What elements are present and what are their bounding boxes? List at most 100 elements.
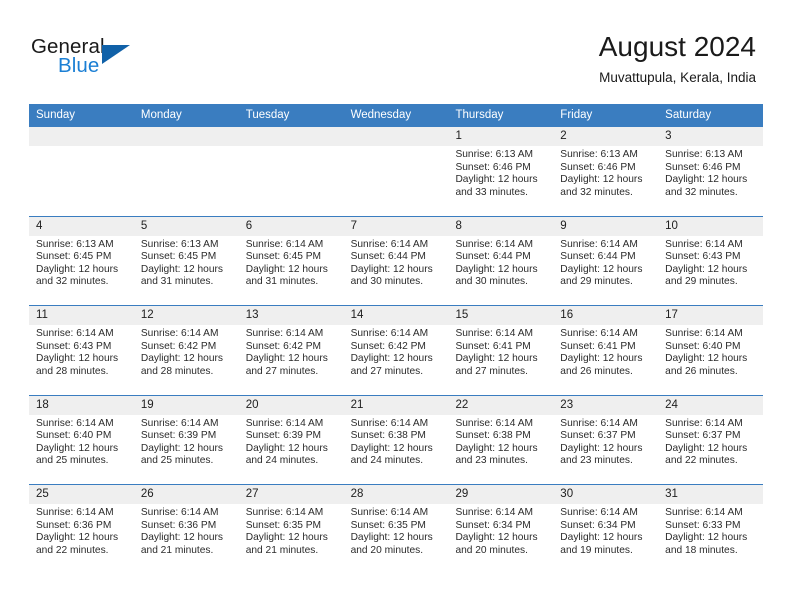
calendar-day-cell[interactable]: 12 Sunrise: 6:14 AM Sunset: 6:42 PM Dayl… (133, 306, 239, 395)
day-number: 6 (245, 219, 253, 232)
day-number-band: 2 (553, 127, 659, 146)
day-details: Sunrise: 6:14 AM Sunset: 6:41 PM Dayligh… (448, 325, 553, 378)
sunset-text: Sunset: 6:45 PM (245, 251, 322, 263)
calendar-day-cell[interactable]: 22 Sunrise: 6:14 AM Sunset: 6:38 PM Dayl… (448, 395, 554, 485)
calendar-day-cell[interactable]: 21 Sunrise: 6:14 AM Sunset: 6:38 PM Dayl… (343, 395, 449, 485)
calendar-day-cell[interactable] (343, 127, 449, 216)
calendar-day-cell[interactable]: 25 Sunrise: 6:14 AM Sunset: 6:36 PM Dayl… (29, 485, 134, 574)
daylight-text-line1: Daylight: 12 hours (560, 263, 643, 275)
calendar-day-cell[interactable]: 28 Sunrise: 6:14 AM Sunset: 6:35 PM Dayl… (343, 485, 449, 574)
daylight-text-line1: Daylight: 12 hours (455, 174, 538, 186)
daylight-text-line1: Daylight: 12 hours (36, 353, 119, 365)
page-title: August 2024 (598, 31, 756, 62)
day-number: 25 (36, 488, 49, 500)
day-details (239, 146, 344, 149)
sunrise-text: Sunrise: 6:13 AM (455, 149, 534, 160)
calendar-day-cell[interactable]: 19 Sunrise: 6:14 AM Sunset: 6:39 PM Dayl… (133, 395, 239, 485)
calendar-day-cell[interactable]: 8 Sunrise: 6:14 AM Sunset: 6:44 PM Dayli… (448, 216, 554, 306)
daylight-text-line2: and 19 minutes. (560, 544, 633, 556)
day-number-band: 13 (238, 306, 344, 325)
day-details: Sunrise: 6:14 AM Sunset: 6:44 PM Dayligh… (448, 236, 553, 289)
calendar-day-cell[interactable]: 5 Sunrise: 6:13 AM Sunset: 6:45 PM Dayli… (133, 216, 239, 306)
calendar-day-cell[interactable]: 1 Sunrise: 6:13 AM Sunset: 6:46 PM Dayli… (448, 127, 554, 216)
day-details: Sunrise: 6:14 AM Sunset: 6:43 PM Dayligh… (658, 236, 763, 289)
calendar-day-cell[interactable]: 27 Sunrise: 6:14 AM Sunset: 6:35 PM Dayl… (238, 485, 344, 574)
day-details: Sunrise: 6:14 AM Sunset: 6:33 PM Dayligh… (658, 504, 763, 557)
day-number: 9 (560, 219, 567, 232)
calendar-day-cell[interactable] (238, 127, 344, 216)
sunrise-text: Sunrise: 6:14 AM (560, 238, 638, 250)
daylight-text-line2: and 24 minutes. (350, 455, 424, 467)
daylight-text-line2: and 25 minutes. (140, 455, 214, 467)
calendar-day-cell[interactable]: 24 Sunrise: 6:14 AM Sunset: 6:37 PM Dayl… (658, 395, 764, 485)
calendar-day-cell[interactable]: 15 Sunrise: 6:14 AM Sunset: 6:41 PM Dayl… (448, 306, 554, 395)
day-number: 26 (140, 488, 154, 500)
calendar-day-cell[interactable]: 13 Sunrise: 6:14 AM Sunset: 6:42 PM Dayl… (238, 306, 344, 395)
daylight-text-line1: Daylight: 12 hours (455, 532, 538, 544)
day-number: 24 (665, 398, 678, 411)
sunset-text: Sunset: 6:35 PM (350, 519, 426, 531)
sunrise-text: Sunrise: 6:14 AM (455, 507, 534, 518)
sunset-text: Sunset: 6:43 PM (665, 251, 741, 263)
day-number: 18 (36, 398, 49, 411)
sunrise-text: Sunrise: 6:14 AM (665, 238, 743, 250)
calendar-day-cell[interactable]: 9 Sunrise: 6:14 AM Sunset: 6:44 PM Dayli… (553, 216, 659, 306)
calendar-day-cell[interactable]: 23 Sunrise: 6:14 AM Sunset: 6:37 PM Dayl… (553, 395, 659, 485)
daylight-text-line2: and 31 minutes. (245, 276, 319, 288)
sunset-text: Sunset: 6:40 PM (36, 430, 112, 442)
daylight-text-line1: Daylight: 12 hours (665, 174, 748, 186)
calendar-day-cell[interactable]: 14 Sunrise: 6:14 AM Sunset: 6:42 PM Dayl… (343, 306, 449, 395)
day-number-band: 26 (133, 485, 239, 504)
calendar-day-cell[interactable]: 17 Sunrise: 6:14 AM Sunset: 6:40 PM Dayl… (658, 306, 764, 395)
calendar-day-cell[interactable]: 3 Sunrise: 6:13 AM Sunset: 6:46 PM Dayli… (658, 127, 764, 216)
calendar-day-cell[interactable]: 2 Sunrise: 6:13 AM Sunset: 6:46 PM Dayli… (553, 127, 659, 216)
calendar-day-cell[interactable]: 16 Sunrise: 6:14 AM Sunset: 6:41 PM Dayl… (553, 306, 659, 395)
sunset-text: Sunset: 6:36 PM (36, 519, 112, 531)
day-number: 2 (560, 130, 567, 142)
day-number-band: 24 (658, 395, 764, 415)
calendar-day-cell[interactable]: 10 Sunrise: 6:14 AM Sunset: 6:43 PM Dayl… (658, 216, 764, 306)
general-blue-logo[interactable]: General Blue (31, 36, 161, 84)
calendar-day-cell[interactable]: 30 Sunrise: 6:14 AM Sunset: 6:34 PM Dayl… (553, 485, 659, 574)
day-number-band: 11 (29, 306, 134, 325)
daylight-text-line1: Daylight: 12 hours (665, 442, 748, 454)
sunrise-text: Sunrise: 6:14 AM (36, 507, 114, 518)
day-number: 20 (245, 398, 259, 411)
daylight-text-line2: and 29 minutes. (560, 276, 633, 288)
day-number: 21 (350, 398, 364, 411)
day-number: 29 (455, 488, 469, 500)
day-details: Sunrise: 6:14 AM Sunset: 6:45 PM Dayligh… (239, 236, 344, 289)
sunrise-text: Sunrise: 6:14 AM (140, 328, 219, 339)
day-number-band: 29 (448, 485, 554, 504)
sunset-text: Sunset: 6:45 PM (140, 251, 217, 263)
sunrise-text: Sunrise: 6:14 AM (245, 238, 324, 250)
calendar-day-cell[interactable]: 31 Sunrise: 6:14 AM Sunset: 6:33 PM Dayl… (658, 485, 764, 574)
calendar-day-cell[interactable]: 20 Sunrise: 6:14 AM Sunset: 6:39 PM Dayl… (238, 395, 344, 485)
calendar-day-cell[interactable] (133, 127, 239, 216)
day-number-band (238, 127, 344, 146)
calendar-day-cell[interactable]: 18 Sunrise: 6:14 AM Sunset: 6:40 PM Dayl… (29, 395, 134, 485)
daylight-text-line1: Daylight: 12 hours (665, 353, 748, 365)
day-number: 7 (350, 219, 357, 232)
day-number: 31 (665, 488, 678, 500)
day-details: Sunrise: 6:14 AM Sunset: 6:40 PM Dayligh… (29, 415, 134, 468)
calendar-day-cell[interactable]: 26 Sunrise: 6:14 AM Sunset: 6:36 PM Dayl… (133, 485, 239, 574)
daylight-text-line2: and 24 minutes. (245, 455, 319, 467)
sunset-text: Sunset: 6:44 PM (560, 251, 636, 263)
sunrise-text: Sunrise: 6:14 AM (665, 507, 743, 518)
calendar-day-cell[interactable]: 11 Sunrise: 6:14 AM Sunset: 6:43 PM Dayl… (29, 306, 134, 395)
sunrise-text: Sunrise: 6:13 AM (665, 149, 743, 160)
calendar-day-cell[interactable]: 6 Sunrise: 6:14 AM Sunset: 6:45 PM Dayli… (238, 216, 344, 306)
sunrise-text: Sunrise: 6:14 AM (560, 328, 638, 339)
calendar-page: General Blue August 2024 Muvattupula, Ke… (0, 0, 792, 612)
calendar-day-cell[interactable] (29, 127, 134, 216)
sunrise-text: Sunrise: 6:14 AM (665, 328, 743, 339)
calendar-day-cell[interactable]: 4 Sunrise: 6:13 AM Sunset: 6:45 PM Dayli… (29, 216, 134, 306)
sunset-text: Sunset: 6:45 PM (36, 251, 112, 263)
calendar-day-cell[interactable]: 7 Sunrise: 6:14 AM Sunset: 6:44 PM Dayli… (343, 216, 449, 306)
sunrise-text: Sunrise: 6:14 AM (455, 238, 534, 250)
day-number: 15 (455, 309, 469, 321)
calendar-day-cell[interactable]: 29 Sunrise: 6:14 AM Sunset: 6:34 PM Dayl… (448, 485, 554, 574)
daylight-text-line2: and 30 minutes. (350, 276, 424, 288)
daylight-text-line1: Daylight: 12 hours (560, 353, 643, 365)
